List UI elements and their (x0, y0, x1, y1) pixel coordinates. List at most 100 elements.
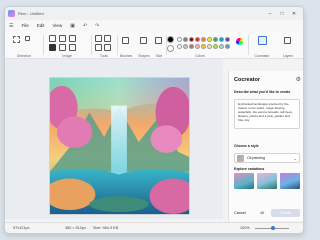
zoom-level[interactable]: 100% (240, 226, 250, 230)
color-swatch[interactable] (177, 44, 182, 49)
color-swatch[interactable] (219, 37, 224, 42)
menu-bar: ☰ File Edit View ▣ ↶ ↷ (5, 20, 303, 31)
selection-size: 380 × 512px (65, 226, 87, 230)
chevron-down-icon: ⌄ (293, 155, 297, 161)
generated-landscape-image[interactable] (49, 77, 190, 215)
close-button[interactable]: ✕ (288, 9, 300, 18)
shapes-icon[interactable] (140, 37, 147, 44)
color-swatch[interactable] (207, 37, 212, 42)
style-dropdown[interactable]: Oil painting ⌄ (234, 153, 300, 163)
tools-group-label: Tools (100, 54, 108, 58)
select-icon[interactable] (13, 36, 20, 43)
size-group-label: Size (155, 54, 163, 58)
foreground-bank-shape (89, 196, 149, 213)
rotate-icon[interactable] (69, 35, 76, 42)
colors-group: Colors (167, 34, 233, 58)
color-swatch[interactable] (183, 37, 188, 42)
select-dropdown-icon[interactable] (25, 36, 30, 41)
size-icon[interactable] (155, 37, 162, 44)
resize-icon[interactable] (59, 35, 66, 42)
color-swatch[interactable] (207, 44, 212, 49)
save-icon[interactable]: ▣ (70, 23, 75, 29)
color-swatch[interactable] (177, 37, 182, 42)
cocreator-panel: Cocreator ⚙ Describe what you'd like to … (228, 71, 303, 221)
layers-group-label: Layers (282, 54, 294, 58)
shapes-group: Shapes (135, 34, 153, 58)
credits-count: 48 (260, 211, 264, 215)
color-swatch[interactable] (201, 44, 206, 49)
text-icon[interactable] (95, 44, 102, 51)
fill-icon[interactable] (104, 35, 111, 42)
cocreator-group-label: Cocreator (254, 54, 270, 58)
color-swatch[interactable] (195, 37, 200, 42)
edit-colors-icon[interactable] (236, 38, 243, 45)
window-title: Rem - Untitled (18, 11, 44, 16)
gear-icon[interactable]: ⚙ (296, 76, 301, 83)
redo-icon[interactable]: ↷ (95, 23, 99, 29)
toolbar-ribbon: Selection Image Tools Brushes Shapes Siz… (5, 31, 303, 59)
prompt-input[interactable]: Enchanted landscape inspired by the beau… (234, 99, 300, 129)
flip-icon[interactable] (59, 44, 66, 51)
cancel-button[interactable]: Cancel (234, 211, 246, 215)
color-swatch[interactable] (201, 37, 206, 42)
image-group: Image (45, 34, 89, 58)
pink-tree-shape (56, 116, 93, 148)
style-value: Oil painting (247, 156, 265, 160)
title-bar: Rem - Untitled – □ ✕ (5, 7, 303, 20)
color-swatch[interactable] (183, 44, 188, 49)
crop-icon[interactable] (49, 35, 56, 42)
color-swatch[interactable] (189, 37, 194, 42)
color-swatch[interactable] (189, 44, 194, 49)
variation-thumbnail[interactable] (234, 173, 254, 189)
image-icon[interactable] (49, 44, 56, 51)
menu-icon[interactable]: ☰ (9, 23, 13, 29)
paint-window: Rem - Untitled – □ ✕ ☰ File Edit View ▣ … (4, 6, 304, 234)
ribbon-divider (43, 35, 44, 55)
color-swatch[interactable] (195, 44, 200, 49)
variation-thumbnail[interactable] (280, 173, 300, 189)
selection-group-label: Selection (17, 54, 31, 58)
color-swatch[interactable] (213, 44, 218, 49)
paint-app-icon (8, 10, 15, 17)
color-swatch[interactable] (213, 37, 218, 42)
primary-color-swatch[interactable] (167, 36, 174, 43)
cocreator-icon[interactable] (258, 36, 267, 45)
color-swatch[interactable] (219, 44, 224, 49)
undo-icon[interactable]: ↶ (83, 23, 87, 29)
shapes-group-label: Shapes (138, 54, 150, 58)
menu-file[interactable]: File (21, 23, 28, 28)
selection-group: Selection (7, 34, 41, 58)
waterfall-shape (111, 105, 127, 183)
color-picker-group (233, 34, 247, 58)
brush-icon[interactable] (122, 37, 129, 44)
background-icon[interactable] (69, 44, 76, 51)
tools-group: Tools (93, 34, 115, 58)
color-swatch[interactable] (225, 37, 230, 42)
style-label: Choose a style (234, 144, 259, 148)
cursor-position: 97x121px (13, 226, 30, 230)
describe-label: Describe what you'd like to create (234, 90, 291, 94)
variation-thumbnail[interactable] (257, 173, 277, 189)
brushes-group-label: Brushes (119, 54, 133, 58)
pink-tree-shape (150, 125, 183, 153)
menu-edit[interactable]: Edit (37, 23, 45, 28)
brushes-group: Brushes (117, 34, 135, 58)
colors-group-label: Colors (195, 54, 205, 58)
status-bar: 97x121px 380 × 512px Size: 984.3 KB 100% (5, 222, 303, 233)
create-button[interactable]: Create (271, 209, 300, 217)
pencil-icon[interactable] (95, 35, 102, 42)
secondary-color-swatch[interactable] (167, 45, 174, 52)
size-group: Size (153, 34, 165, 58)
color-swatch[interactable] (225, 44, 230, 49)
eraser-icon[interactable] (104, 44, 111, 51)
file-size: Size: 984.3 KB (93, 226, 119, 230)
minimize-button[interactable]: – (264, 9, 276, 18)
layers-icon[interactable] (284, 37, 291, 44)
panel-title: Cocreator (234, 77, 260, 83)
zoom-slider-thumb[interactable] (271, 226, 275, 230)
cocreator-group: Cocreator (249, 34, 275, 58)
layers-group: Layers (275, 34, 301, 58)
variations-label: Explore variations (234, 167, 265, 171)
maximize-button[interactable]: □ (276, 9, 288, 18)
menu-view[interactable]: View (53, 23, 63, 28)
